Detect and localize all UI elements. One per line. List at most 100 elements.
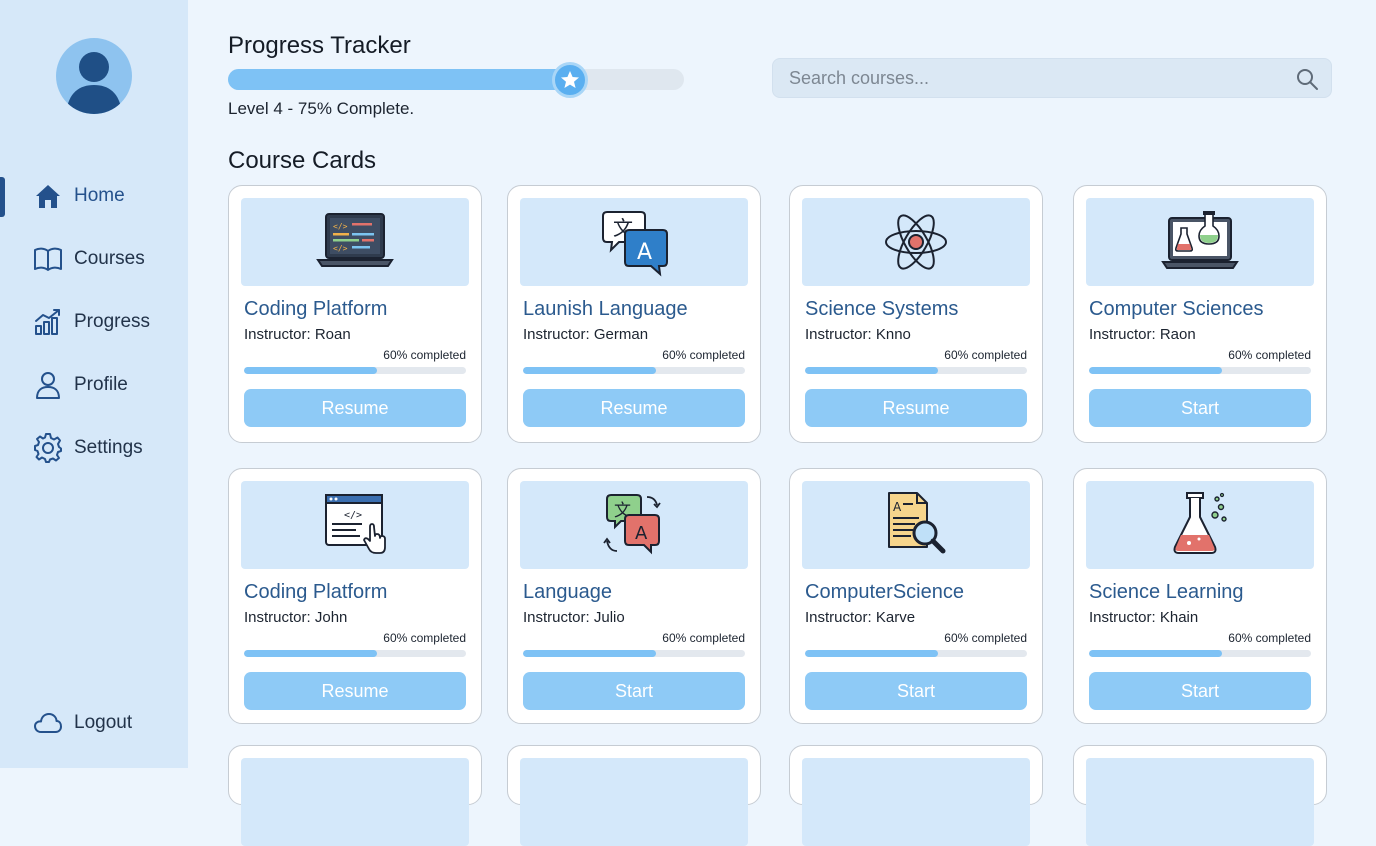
course-thumbnail — [1086, 758, 1314, 846]
course-card[interactable]: 文 A Launish Language Instructor: German … — [507, 185, 761, 443]
svg-text:A: A — [637, 240, 652, 265]
course-thumbnail: A — [802, 481, 1030, 569]
resume-button[interactable]: Resume — [523, 389, 745, 427]
person-icon — [32, 369, 64, 401]
level-progress-fill — [228, 69, 570, 90]
course-title[interactable]: Science Learning — [1089, 581, 1244, 604]
svg-text:</>: </> — [333, 222, 348, 231]
resume-button[interactable]: Resume — [244, 672, 466, 710]
course-thumbnail: </> — [241, 481, 469, 569]
translate-icon: 文 A — [602, 211, 668, 277]
course-progress-bar — [1089, 367, 1311, 374]
level-progress-bar — [228, 62, 684, 98]
resume-button[interactable]: Resume — [805, 389, 1027, 427]
avatar[interactable] — [56, 38, 132, 114]
course-card[interactable]: Science Systems Instructor: Knno 60% com… — [789, 185, 1043, 443]
course-title[interactable]: Coding Platform — [244, 298, 387, 321]
course-instructor: Instructor: Julio — [523, 609, 625, 626]
course-thumbnail — [1086, 198, 1314, 286]
course-card[interactable]: </> </> Coding Platform Instructor: Roan… — [228, 185, 482, 443]
course-card[interactable]: 文 A Language Instructor: Julio 60% compl… — [507, 468, 761, 724]
svg-text:</>: </> — [333, 244, 348, 253]
course-progress-fill — [244, 367, 378, 374]
course-card[interactable]: Science Learning Instructor: Khain 60% c… — [1073, 468, 1327, 724]
progress-knob[interactable] — [552, 62, 588, 98]
course-thumbnail — [520, 758, 748, 846]
course-thumbnail — [1086, 481, 1314, 569]
start-button[interactable]: Start — [805, 672, 1027, 710]
svg-text:A: A — [893, 500, 902, 514]
course-card[interactable] — [1073, 745, 1327, 846]
active-nav-indicator — [0, 177, 5, 217]
course-card[interactable]: A ComputerScience Instructor: Karve 60% … — [789, 468, 1043, 724]
section-title: Course Cards — [228, 147, 377, 174]
sidebar-item-progress[interactable]: Progress — [32, 305, 182, 339]
course-title[interactable]: Science Systems — [805, 298, 958, 321]
course-instructor: Instructor: German — [523, 326, 649, 343]
sidebar-item-label: Progress — [74, 311, 151, 332]
course-title[interactable]: Launish Language — [523, 298, 688, 321]
course-title[interactable]: Coding Platform — [244, 581, 387, 604]
sidebar-item-profile[interactable]: Profile — [32, 368, 182, 402]
document-search-icon: A — [888, 492, 946, 554]
course-thumbnail — [241, 758, 469, 846]
course-card[interactable] — [789, 745, 1043, 846]
course-progress-bar — [523, 650, 745, 657]
course-thumbnail — [802, 198, 1030, 286]
course-card[interactable]: Computer Sciences Instructor: Raon 60% c… — [1073, 185, 1327, 443]
resume-button[interactable]: Resume — [244, 389, 466, 427]
course-percent-label: 60% completed — [1228, 348, 1311, 362]
course-instructor: Instructor: Roan — [244, 326, 351, 343]
course-instructor: Instructor: Knno — [805, 326, 911, 343]
sidebar-item-label: Home — [74, 185, 125, 206]
progress-status-text: Level 4 - 75% Complete. — [228, 99, 415, 118]
course-progress-fill — [523, 367, 657, 374]
chart-icon — [32, 306, 64, 338]
flask-icon — [1173, 492, 1227, 554]
svg-text:A: A — [635, 523, 648, 544]
start-button[interactable]: Start — [1089, 672, 1311, 710]
course-progress-fill — [805, 367, 939, 374]
course-progress-bar — [805, 367, 1027, 374]
start-button[interactable]: Start — [523, 672, 745, 710]
course-thumbnail: 文 A — [520, 198, 748, 286]
course-progress-fill — [244, 650, 378, 657]
course-title[interactable]: ComputerScience — [805, 581, 964, 604]
course-title[interactable]: Computer Sciences — [1089, 298, 1264, 321]
course-percent-label: 60% completed — [383, 348, 466, 362]
course-card[interactable]: </> Coding Platform Instructor: John 60%… — [228, 468, 482, 724]
cloud-icon — [32, 707, 64, 739]
course-card[interactable] — [507, 745, 761, 846]
sidebar-item-label: Courses — [74, 248, 145, 269]
course-progress-bar — [1089, 650, 1311, 657]
book-icon — [32, 243, 64, 275]
lab-laptop-icon — [1161, 211, 1239, 269]
start-button[interactable]: Start — [1089, 389, 1311, 427]
search-bar[interactable] — [772, 58, 1332, 98]
code-laptop-icon: </> </> — [316, 213, 394, 267]
atom-icon — [885, 214, 947, 270]
sidebar-item-label: Profile — [74, 374, 128, 395]
sidebar-item-courses[interactable]: Courses — [32, 242, 182, 276]
course-thumbnail — [802, 758, 1030, 846]
logout-button[interactable]: Logout — [32, 706, 182, 740]
home-icon — [32, 180, 64, 212]
course-percent-label: 60% completed — [944, 631, 1027, 645]
course-card[interactable] — [228, 745, 482, 846]
course-thumbnail: </> </> — [241, 198, 469, 286]
sidebar-item-settings[interactable]: Settings — [32, 431, 182, 465]
course-percent-label: 60% completed — [1228, 631, 1311, 645]
course-progress-fill — [523, 650, 657, 657]
star-icon — [561, 71, 579, 88]
course-percent-label: 60% completed — [944, 348, 1027, 362]
course-percent-label: 60% completed — [662, 631, 745, 645]
course-instructor: Instructor: John — [244, 609, 348, 626]
course-progress-bar — [523, 367, 745, 374]
course-percent-label: 60% completed — [383, 631, 466, 645]
search-input[interactable] — [789, 59, 1289, 97]
search-icon[interactable] — [1295, 67, 1319, 91]
sidebar-item-home[interactable]: Home — [32, 179, 182, 213]
user-avatar-icon — [66, 52, 122, 114]
course-title[interactable]: Language — [523, 581, 612, 604]
course-instructor: Instructor: Karve — [805, 609, 916, 626]
